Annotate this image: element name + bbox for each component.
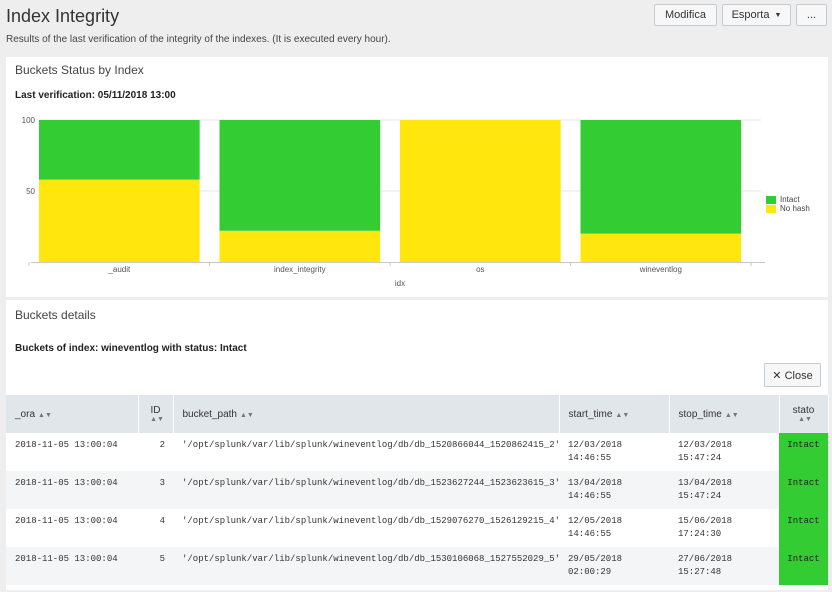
legend-item-no-hash[interactable]: No hash [766,204,810,213]
stop-date: 13/04/2018 [678,478,733,488]
edit-button[interactable]: Modifica [654,4,717,26]
column-header-stop-time[interactable]: stop_time ▲▼ [669,395,780,433]
cell-bucket-path: '/opt/splunk/var/lib/splunk/wineventlog/… [182,516,559,526]
table-row[interactable]: 2018-11-05 13:00:04 2 '/opt/splunk/var/l… [6,433,828,471]
column-header-stato[interactable]: stato ▲▼ [779,395,829,433]
column-label-bucket-path: bucket_path [182,408,238,420]
chart-panel: Buckets Status by Index Last verificatio… [6,57,828,297]
stacked-bar-chart: 50 100 _audit index_integrity os wineventlog i… [22,116,765,288]
cell-bucket-path: '/opt/splunk/var/lib/splunk/wineventlog/… [182,440,559,450]
cell-start-time: 12/03/2018 14:46:55 [559,433,669,471]
start-date: 12/05/2018 [568,516,623,526]
more-actions-button[interactable]: ... [796,4,827,26]
start-hour: 14:46:55 [568,453,612,463]
legend-swatch-intact [766,195,776,204]
start-hour: 14:46:55 [568,529,612,539]
table-header-row: _ora ▲▼ ID ▲▼ bucket_path ▲▼ start_time ▲▼ s… [6,395,829,433]
cell-ora: 2018-11-05 13:00:04 [15,440,118,450]
legend-label-no-hash: No hash [780,204,810,213]
cell-stop-time: 12/03/2018 15:47:24 [669,433,779,471]
legend-label-intact: Intact [780,195,800,204]
page-header: Index Integrity Results of the last veri… [0,0,832,56]
cell-stop-time: 13/04/2018 15:47:24 [669,471,779,509]
column-label-stop-time: stop_time [678,408,722,420]
start-hour: 14:46:55 [568,491,612,501]
stop-hour: 17:24:30 [678,529,722,539]
bar-os-no-hash[interactable] [400,120,561,262]
column-header-start-time[interactable]: start_time ▲▼ [559,395,670,433]
cell-stato: Intact [779,509,828,547]
x-tick-label: _audit [107,265,131,274]
cell-id: 2 [159,440,165,450]
page-description: Results of the last verification of the … [6,34,391,45]
legend-item-intact[interactable]: Intact [766,195,810,204]
details-panel-title: Buckets details [15,308,96,322]
export-button[interactable]: Esporta ▼ [722,4,791,26]
start-hour: 02:00:29 [568,567,612,577]
cell-id: 5 [159,554,165,564]
cell-stato: Intact [779,433,828,471]
cell-id: 4 [159,516,165,526]
sort-icon: ▲▼ [798,416,812,423]
cell-id: 3 [159,478,165,488]
column-label-start-time: start_time [568,408,613,420]
table-row[interactable]: 2018-11-05 13:00:04 4 '/opt/splunk/var/l… [6,509,828,547]
bar-_audit-no-hash[interactable] [39,179,200,262]
sort-icon: ▲▼ [240,411,254,419]
cell-start-time: 12/05/2018 14:46:55 [559,509,669,547]
stop-hour: 15:47:24 [678,453,722,463]
column-header-id[interactable]: ID ▲▼ [138,395,174,433]
details-panel: Buckets details Buckets of index: wineve… [6,300,829,590]
x-tick-label: os [476,265,484,274]
column-label-id: ID [150,405,161,416]
x-tick-label: wineventlog [639,265,682,274]
cell-bucket-path: '/opt/splunk/var/lib/splunk/wineventlog/… [182,554,559,564]
start-date: 13/04/2018 [568,478,623,488]
details-subtitle: Buckets of index: wineventlog with statu… [15,343,247,354]
bar-wineventlog-intact[interactable] [580,120,742,234]
close-button[interactable]: ✕ Close [764,363,821,387]
caret-down-icon: ▼ [774,11,782,19]
cell-stop-time: 15/06/2018 17:24:30 [669,509,779,547]
cell-ora: 2018-11-05 13:00:04 [15,478,118,488]
sort-icon: ▲▼ [38,411,52,419]
bar-_audit-intact[interactable] [39,120,200,180]
stop-date: 27/06/2018 [678,554,733,564]
column-label-stato: stato [792,405,815,416]
stop-date: 12/03/2018 [678,440,733,450]
page-title: Index Integrity [6,6,120,26]
buckets-table: _ora ▲▼ ID ▲▼ bucket_path ▲▼ start_time ▲▼ s… [6,395,829,585]
sort-icon: ▲▼ [150,416,164,423]
stop-hour: 15:27:48 [678,567,722,577]
cell-ora: 2018-11-05 13:00:04 [15,554,118,564]
legend-swatch-no-hash [766,204,776,213]
chart-legend: Intact No hash [766,195,810,213]
column-header-ora[interactable]: _ora ▲▼ [6,395,139,433]
cell-stato: Intact [779,471,828,509]
table-row[interactable]: 2018-11-05 13:00:04 5 '/opt/splunk/var/l… [6,547,828,585]
cell-start-time: 13/04/2018 14:46:55 [559,471,669,509]
column-label-ora: _ora [15,408,36,420]
y-tick-label: 100 [22,116,36,125]
cell-stato: Intact [779,547,828,585]
y-tick-label: 50 [26,187,35,196]
cell-stop-time: 27/06/2018 15:27:48 [669,547,779,585]
bar-index_integrity-intact[interactable] [219,120,381,231]
start-date: 12/03/2018 [568,440,623,450]
sort-icon: ▲▼ [615,411,630,419]
stop-date: 15/06/2018 [678,516,733,526]
start-date: 29/05/2018 [568,554,623,564]
x-axis-label: idx [395,279,405,288]
sort-icon: ▲▼ [724,411,739,419]
cell-ora: 2018-11-05 13:00:04 [15,516,118,526]
table-row[interactable]: 2018-11-05 13:00:04 3 '/opt/splunk/var/l… [6,471,828,509]
stop-hour: 15:47:24 [678,491,722,501]
column-header-bucket-path[interactable]: bucket_path ▲▼ [173,395,560,433]
export-label: Esporta [731,9,770,21]
x-tick-label: index_integrity [274,265,326,274]
bar-wineventlog-no-hash[interactable] [580,233,742,262]
cell-start-time: 29/05/2018 02:00:29 [559,547,669,585]
cell-bucket-path: '/opt/splunk/var/lib/splunk/wineventlog/… [182,478,559,488]
bar-index_integrity-no-hash[interactable] [219,230,381,262]
